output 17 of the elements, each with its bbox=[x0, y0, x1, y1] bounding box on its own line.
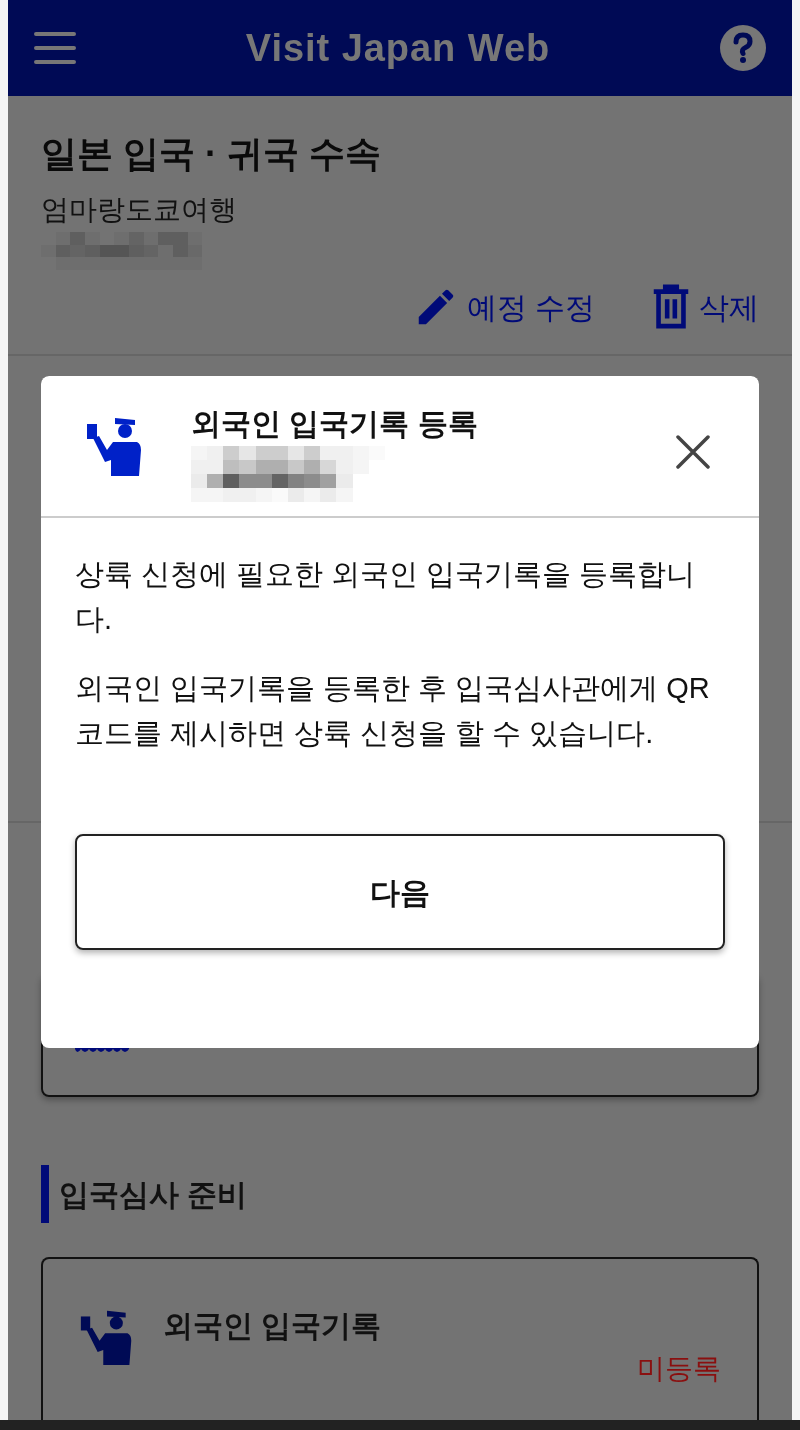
section-heading: 입국심사 준비 bbox=[59, 1176, 248, 1213]
app-title: Visit Japan Web bbox=[245, 25, 551, 71]
next-button[interactable]: 다음 bbox=[75, 834, 725, 950]
status-label: 미등록 bbox=[637, 1352, 721, 1386]
section-accent-bar bbox=[41, 1165, 49, 1223]
trip-name: 엄마랑도쿄여행 bbox=[41, 193, 238, 227]
menu-icon[interactable] bbox=[34, 31, 76, 65]
trash-icon bbox=[651, 284, 691, 330]
edit-schedule-button[interactable]: 예정 수정 bbox=[412, 284, 595, 330]
card-title: 외국인 입국기록 bbox=[163, 1308, 383, 1344]
help-icon[interactable] bbox=[720, 25, 766, 71]
page-title: 일본 입국 · 귀국 수속 bbox=[41, 132, 382, 176]
modal-paragraph: 외국인 입국기록을 등록한 후 입국심사관에게 QR 코드를 제시하면 상륙 신청을 할 수 있습니다. bbox=[75, 671, 711, 751]
modal-title: 외국인 입국기록 등록 bbox=[191, 406, 479, 442]
modal-paragraph: 상륙 신청에 필요한 외국인 입국기록을 등록합니다. bbox=[75, 557, 697, 637]
close-icon bbox=[676, 435, 710, 469]
delete-button[interactable]: 삭제 bbox=[651, 284, 759, 330]
